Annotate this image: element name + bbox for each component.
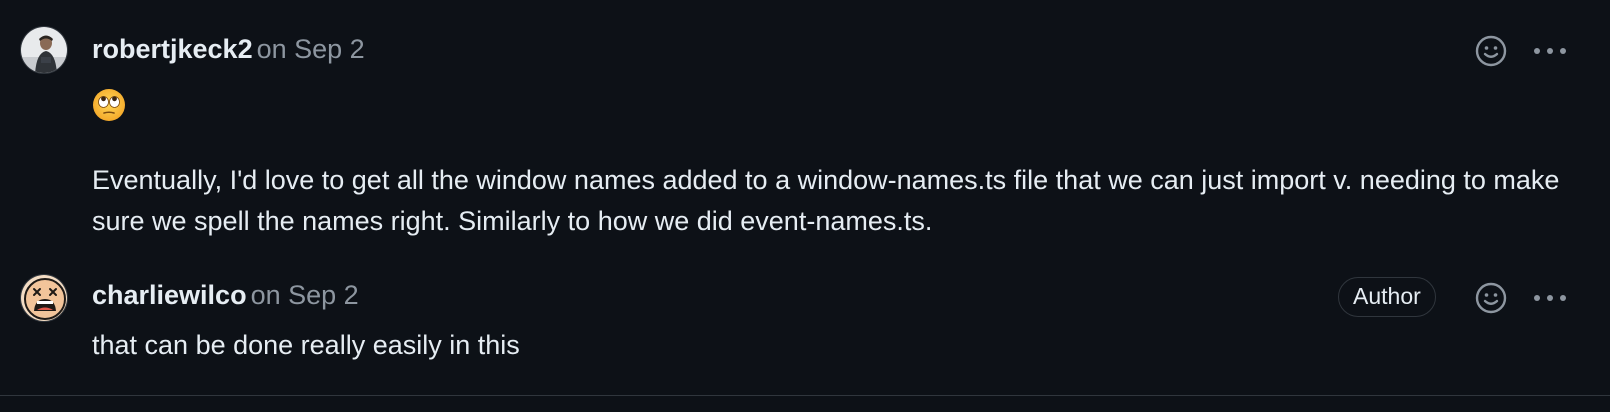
kebab-horizontal-icon[interactable] [1530, 281, 1570, 315]
smiley-icon[interactable] [1474, 34, 1508, 68]
author-link[interactable]: robertjkeck2 [92, 34, 253, 64]
smiley-icon[interactable] [1474, 281, 1508, 315]
comment-body: Eventually, I'd love to get all the wind… [92, 165, 1560, 236]
kebab-horizontal-icon[interactable] [1530, 34, 1570, 68]
comment-robertjkeck2: robertjkeck2 on Sep 2 Eventually, I'd lov… [0, 0, 1610, 245]
comment-charliewilco: charliewilco on Sep 2 Author that can be … [0, 245, 1610, 404]
avatar[interactable] [20, 274, 68, 322]
comment-header: robertjkeck2 on Sep 2 [92, 32, 365, 66]
comment-header: charliewilco on Sep 2 [92, 278, 359, 312]
comment-body: that can be done really easily in this [92, 330, 520, 360]
avatar[interactable] [20, 26, 68, 74]
divider [0, 395, 1610, 404]
author-badge: Author [1338, 277, 1436, 317]
timestamp-link[interactable]: on Sep 2 [251, 280, 359, 310]
face-with-rolling-eyes-icon [93, 89, 125, 121]
comment-thread: robertjkeck2 on Sep 2 Eventually, I'd lov… [0, 0, 1610, 404]
timestamp-link[interactable]: on Sep 2 [257, 34, 365, 64]
author-link[interactable]: charliewilco [92, 280, 247, 310]
